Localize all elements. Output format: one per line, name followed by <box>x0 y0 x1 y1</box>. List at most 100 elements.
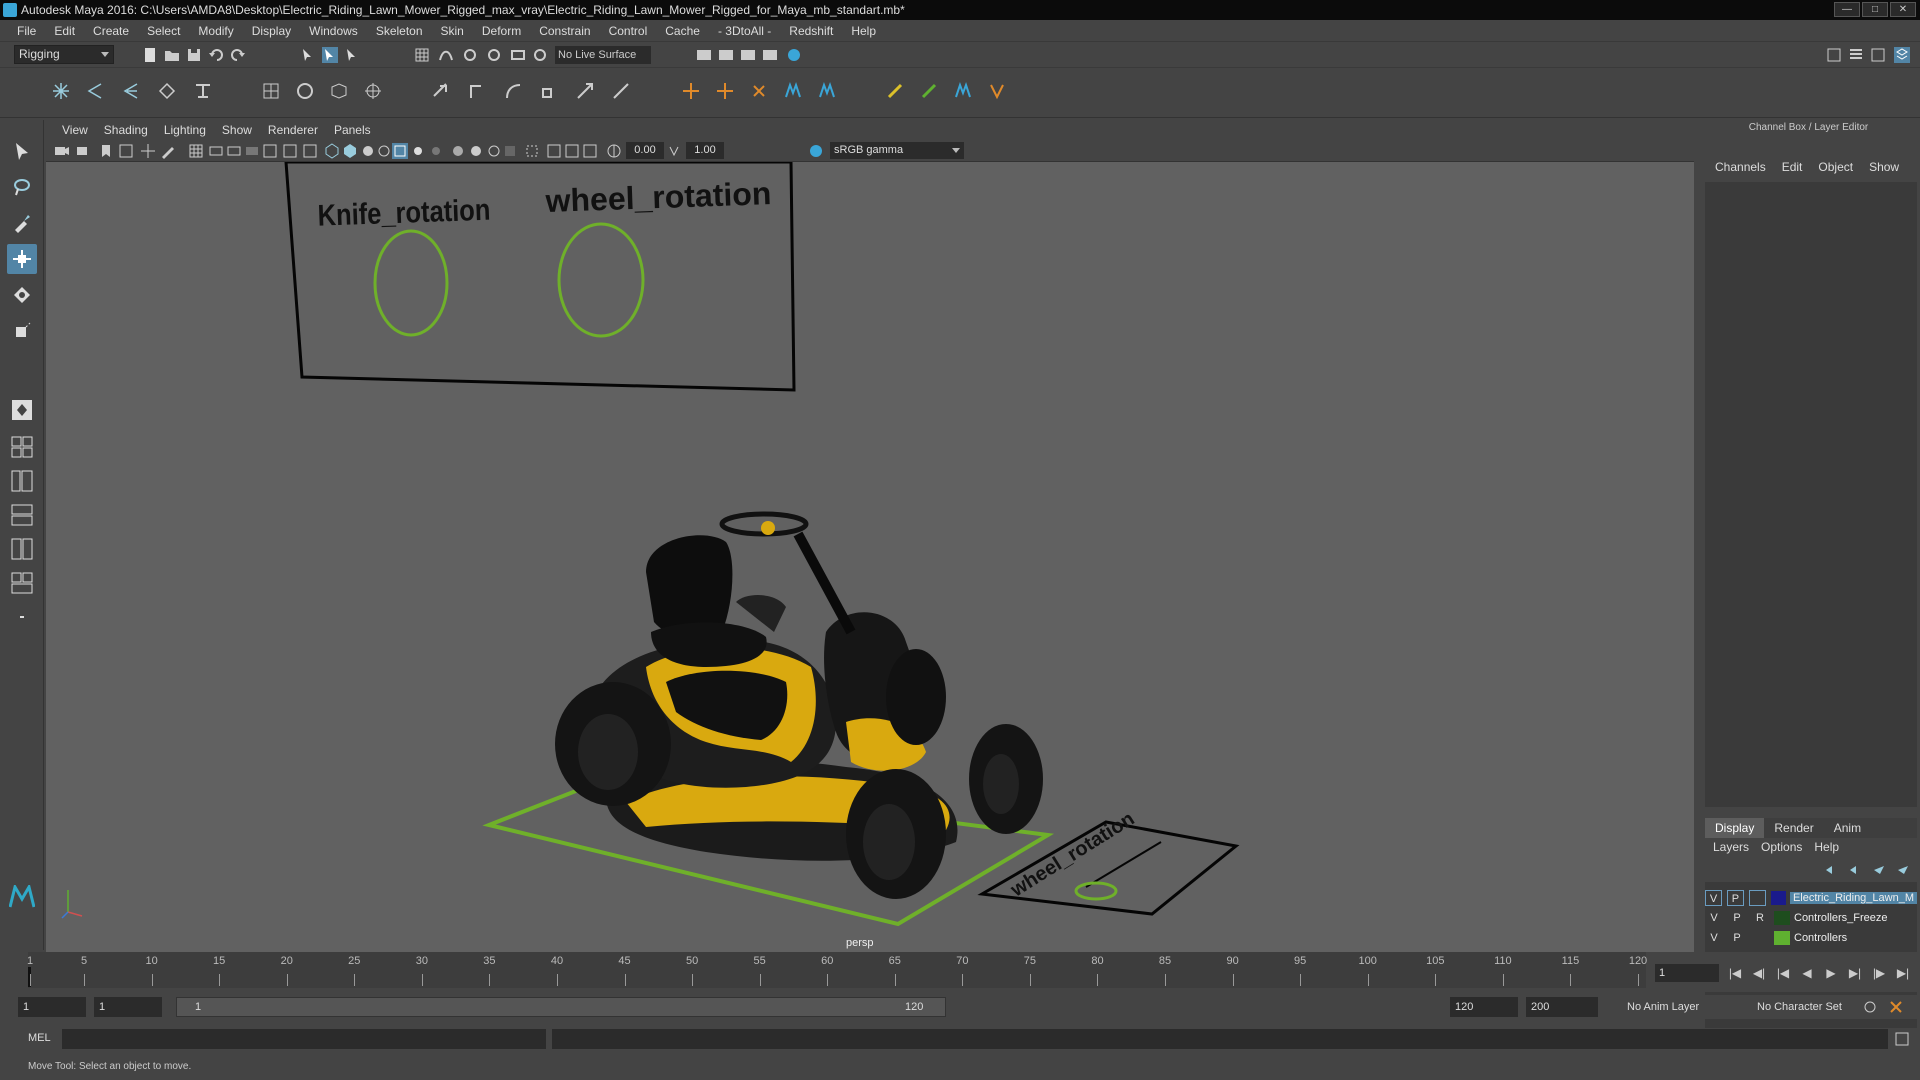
xray-icon[interactable] <box>392 143 408 159</box>
single-perspective-layout[interactable] <box>7 395 37 425</box>
anti-aliasing-icon[interactable] <box>486 143 502 159</box>
shape-editor-icon[interactable] <box>920 82 938 100</box>
image-plane-icon[interactable] <box>118 143 134 159</box>
resolution-gate-icon[interactable] <box>226 143 242 159</box>
grid-toggle-icon[interactable] <box>188 143 204 159</box>
bookmark-icon[interactable] <box>98 143 114 159</box>
playback-start-field[interactable]: 1 <box>94 997 162 1017</box>
rotate-tool[interactable] <box>7 280 37 310</box>
menu-set-select[interactable]: Rigging <box>14 45 114 64</box>
layer-playback-toggle[interactable]: P <box>1728 910 1746 926</box>
lattice-icon[interactable] <box>330 82 348 100</box>
hypershade-icon[interactable] <box>786 47 802 63</box>
viewport-menu-shading[interactable]: Shading <box>96 123 156 137</box>
gate-mask-icon[interactable] <box>244 143 260 159</box>
layers-menu[interactable]: Layers <box>1709 840 1753 858</box>
maximize-button[interactable]: □ <box>1862 2 1888 17</box>
menu-windows[interactable]: Windows <box>300 24 367 38</box>
wheel-rotation-control[interactable] <box>557 222 645 338</box>
layer-row[interactable]: V P Electric_Riding_Lawn_M <box>1705 888 1917 907</box>
bind-skin-icon[interactable] <box>262 82 280 100</box>
animation-preferences-icon[interactable] <box>1888 999 1904 1015</box>
knife-rotation-control[interactable] <box>373 229 449 337</box>
layer-visibility-toggle[interactable]: V <box>1705 889 1722 906</box>
go-to-start-button[interactable]: |◀ <box>1726 964 1744 982</box>
select-hierarchy-icon[interactable] <box>300 47 316 63</box>
menu-edit[interactable]: Edit <box>45 24 84 38</box>
play-forwards-button[interactable]: ▶ <box>1822 964 1840 982</box>
channel-box-toggle-icon[interactable] <box>1894 47 1910 63</box>
wireframe-icon[interactable] <box>324 143 340 159</box>
exposure-icon[interactable] <box>606 143 622 159</box>
layer-playback-toggle[interactable]: P <box>1728 930 1746 946</box>
step-back-frame-button[interactable]: ◀| <box>1750 964 1768 982</box>
live-surface-icon[interactable] <box>532 47 548 63</box>
locator-icon[interactable] <box>682 82 700 100</box>
character-set-select[interactable]: No Character Set <box>1752 997 1852 1017</box>
menu-constrain[interactable]: Constrain <box>530 24 599 38</box>
pose-editor-icon[interactable] <box>954 82 972 100</box>
go-to-end-button[interactable]: ▶| <box>1894 964 1912 982</box>
paint-select-tool[interactable] <box>7 208 37 238</box>
menu-select[interactable]: Select <box>138 24 189 38</box>
field-chart-icon[interactable] <box>262 143 278 159</box>
menu-display[interactable]: Display <box>243 24 300 38</box>
gamma-icon[interactable] <box>666 143 682 159</box>
render-current-icon[interactable] <box>718 47 734 63</box>
command-language-label[interactable]: MEL <box>28 1032 51 1044</box>
paint-weights-icon[interactable] <box>296 82 314 100</box>
live-surface-field[interactable]: No Live Surface <box>555 46 651 64</box>
attribute-editor-icon[interactable] <box>1848 47 1864 63</box>
render-view-icon[interactable] <box>696 47 712 63</box>
menu-create[interactable]: Create <box>84 24 138 38</box>
open-scene-icon[interactable] <box>164 47 180 63</box>
layer-name[interactable]: Controllers_Freeze <box>1794 912 1888 924</box>
layout-extra[interactable] <box>7 602 37 632</box>
smooth-shade-icon[interactable] <box>342 143 358 159</box>
snap-curve-icon[interactable] <box>438 47 454 63</box>
safe-action-icon[interactable] <box>282 143 298 159</box>
snap-surface-icon[interactable] <box>510 47 526 63</box>
current-frame-field[interactable]: 1 <box>1655 964 1719 982</box>
hypershade-layout[interactable] <box>7 534 37 564</box>
parent-constraint-icon[interactable] <box>432 82 450 100</box>
viewport-menu-panels[interactable]: Panels <box>326 123 379 137</box>
insert-joint-icon[interactable] <box>86 82 104 100</box>
animation-end-field[interactable]: 200 <box>1526 997 1598 1017</box>
edit-menu[interactable]: Edit <box>1774 160 1811 180</box>
menu-skeleton[interactable]: Skeleton <box>367 24 432 38</box>
select-component-icon[interactable] <box>344 47 360 63</box>
ambient-occlusion-icon[interactable] <box>450 143 466 159</box>
ik-spline-icon[interactable] <box>716 82 734 100</box>
layer-row[interactable]: V P R Controllers_Freeze <box>1705 908 1917 927</box>
depth-of-field-icon[interactable] <box>502 143 518 159</box>
play-backwards-button[interactable]: ◀ <box>1798 964 1816 982</box>
joint-tool-icon[interactable] <box>52 82 70 100</box>
persp-graph-layout[interactable] <box>7 500 37 530</box>
menu-redshift[interactable]: Redshift <box>780 24 842 38</box>
mirror-joint-icon[interactable] <box>122 82 140 100</box>
ipr-render-icon[interactable] <box>740 47 756 63</box>
set-driven-key-icon[interactable] <box>886 82 904 100</box>
wireframe-on-shaded-icon[interactable] <box>376 143 392 159</box>
default-material-icon[interactable] <box>360 143 376 159</box>
layer-display-type-toggle[interactable] <box>1751 930 1769 946</box>
tool-settings-icon[interactable] <box>1870 47 1886 63</box>
step-forward-key-button[interactable]: ▶| <box>1846 964 1864 982</box>
camera-attributes-icon[interactable] <box>76 143 92 159</box>
undo-icon[interactable] <box>208 47 224 63</box>
film-gate-icon[interactable] <box>208 143 224 159</box>
channel-box-panel[interactable] <box>1705 182 1917 807</box>
select-object-icon[interactable] <box>322 47 338 63</box>
wheel-steer-control[interactable] <box>1074 881 1118 901</box>
isolate-select-icon[interactable] <box>524 143 540 159</box>
menu-deform[interactable]: Deform <box>473 24 530 38</box>
menu-skin[interactable]: Skin <box>432 24 473 38</box>
menu-help[interactable]: Help <box>842 24 885 38</box>
viewport-menu-view[interactable]: View <box>54 123 96 137</box>
menu-modify[interactable]: Modify <box>189 24 242 38</box>
quick-rig-icon[interactable] <box>750 82 768 100</box>
layer-visibility-toggle[interactable]: V <box>1705 910 1723 926</box>
move-tool[interactable] <box>7 244 37 274</box>
object-menu[interactable]: Object <box>1810 160 1861 180</box>
